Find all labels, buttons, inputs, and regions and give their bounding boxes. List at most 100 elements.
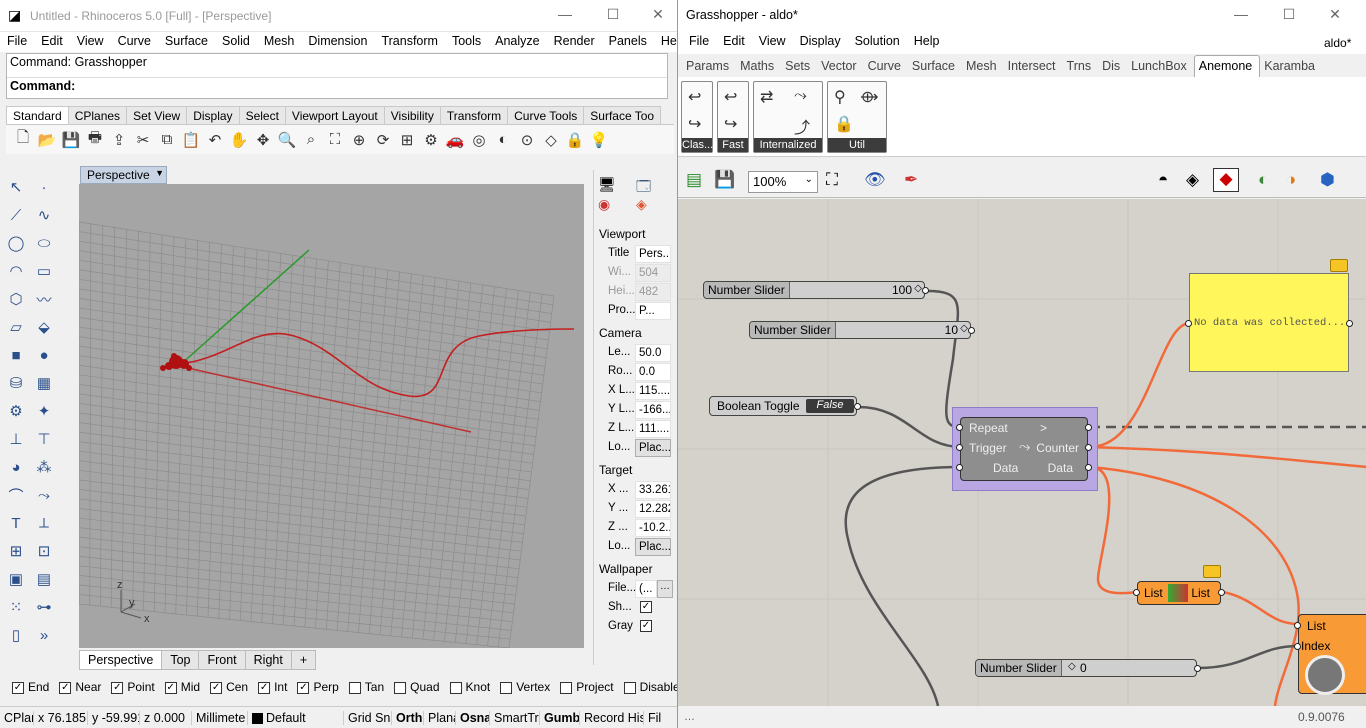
viewport-tab-front[interactable]: Front xyxy=(198,650,246,670)
grid-array-icon[interactable]: ⁙ xyxy=(5,596,27,618)
gh-tab-anemone[interactable]: Anemone xyxy=(1193,55,1261,77)
switch-icon[interactable]: ⟴ xyxy=(860,87,879,107)
gh-tab-karamba[interactable]: Karamba xyxy=(1260,55,1322,77)
gh-tab-mesh[interactable]: Mesh xyxy=(962,55,1004,77)
toggle-output-port[interactable] xyxy=(854,403,861,410)
prop-lens-field[interactable]: 50.0 xyxy=(635,344,671,362)
loop-trigger-port[interactable] xyxy=(956,444,963,451)
osnap-mid-checkbox[interactable]: ✓ xyxy=(164,681,177,694)
offset-icon[interactable]: ⤳ xyxy=(33,484,55,506)
osnap-vertex-checkbox[interactable] xyxy=(500,681,513,694)
hatch-icon[interactable]: ▤ xyxy=(33,568,55,590)
osnap-quad[interactable]: Quad xyxy=(394,680,440,694)
prop-ty-field[interactable]: 12.282 xyxy=(635,500,671,518)
boolean-toggle[interactable]: Boolean Toggle False xyxy=(709,396,861,416)
select-icon[interactable]: ⊙ xyxy=(516,129,538,151)
rotate-view-icon[interactable]: ✥ xyxy=(252,129,274,151)
text-icon[interactable]: T xyxy=(5,512,27,534)
osnap-cen[interactable]: ✓ Cen xyxy=(210,680,248,694)
osnap-int-checkbox[interactable]: ✓ xyxy=(258,681,271,694)
lock-data-icon[interactable]: 🔒 xyxy=(834,114,854,134)
select-arrow-icon[interactable]: ↖ xyxy=(5,176,27,198)
rhino-menu-analyze[interactable]: Analyze xyxy=(488,32,546,52)
number-slider-1[interactable]: Number Slider 100 ◇ xyxy=(703,281,929,299)
loop-repeat-port[interactable] xyxy=(956,424,963,431)
fillet-icon[interactable]: ⌒ xyxy=(5,484,27,506)
osnap-near-checkbox[interactable]: ✓ xyxy=(59,681,72,694)
gh-tab-curve[interactable]: Curve xyxy=(864,55,908,77)
gh-tab-lunchbox[interactable]: LunchBox xyxy=(1127,55,1194,77)
slider3-output-port[interactable] xyxy=(1194,665,1201,672)
osnap-mid[interactable]: ✓ Mid xyxy=(164,680,200,694)
gh-minimize-icon[interactable]: — xyxy=(1226,6,1256,22)
fast-loop-start-icon[interactable]: ↩ xyxy=(724,87,737,107)
number-slider-3[interactable]: Number Slider ◇ 0 xyxy=(975,659,1201,677)
copy-icon[interactable]: ⧉ xyxy=(156,129,178,151)
analyze-icon[interactable]: ⊶ xyxy=(33,596,55,618)
curve-cv-icon[interactable]: ∿ xyxy=(33,204,55,226)
tab-surface-tools[interactable]: Surface Too xyxy=(583,106,662,125)
prop-title-field[interactable]: Pers... xyxy=(635,245,671,263)
status-record-history[interactable]: Record His xyxy=(580,710,644,725)
extrude-icon[interactable]: ⬙ xyxy=(33,316,55,338)
shaded-icon[interactable]: ◎ xyxy=(468,129,490,151)
osnap-point-checkbox[interactable]: ✓ xyxy=(111,681,124,694)
place-target-button[interactable]: Plac... xyxy=(635,538,671,556)
box-icon[interactable]: ■ xyxy=(5,344,27,366)
box-edit-icon[interactable]: ▣ xyxy=(5,568,27,590)
viewport-tab-perspective[interactable]: Perspective xyxy=(79,650,163,670)
zoom-extents-icon[interactable]: ⛶ xyxy=(324,129,346,151)
explode-icon[interactable]: ✦ xyxy=(33,400,55,422)
tab-standard[interactable]: Standard xyxy=(6,106,69,125)
list-item-component[interactable]: List Index xyxy=(1294,614,1366,695)
zoom-selected-icon[interactable]: ⊕ xyxy=(348,129,370,151)
point-cluster[interactable] xyxy=(160,353,192,371)
cplane-icon[interactable]: ◐ xyxy=(492,129,514,151)
tab-display[interactable]: Display xyxy=(186,106,240,125)
prop-projection-select[interactable]: P... xyxy=(635,302,671,320)
zoom-combobox[interactable]: 100% ⌄ xyxy=(748,171,818,193)
freeform-curve-icon[interactable]: 〰 xyxy=(33,288,55,310)
loop-data-out-port[interactable] xyxy=(1085,464,1092,471)
gh-tab-trns[interactable]: Trns xyxy=(1063,55,1099,77)
prop-xloc-field[interactable]: 115.... xyxy=(635,382,671,400)
mesh-icon[interactable]: ▦ xyxy=(33,372,55,394)
viewport-title[interactable]: Perspective ▼ xyxy=(80,166,167,184)
loop-start-icon[interactable]: ↩ xyxy=(688,87,701,107)
open-folder-icon[interactable]: 📂 xyxy=(36,129,58,151)
status-osnap[interactable]: Osna xyxy=(456,710,490,725)
rhino-menu-mesh[interactable]: Mesh xyxy=(257,32,302,52)
tab-select[interactable]: Select xyxy=(238,106,286,125)
color-wheel-icon[interactable]: ◉ xyxy=(598,196,610,213)
maximize-icon[interactable]: ☐ xyxy=(598,6,628,23)
slider1-handle-icon[interactable]: ◇ xyxy=(914,283,922,294)
render-car-icon[interactable]: 🚗 xyxy=(444,129,466,151)
prop-file-field[interactable]: (... xyxy=(635,580,657,598)
document-preview-icon[interactable]: ◐ xyxy=(1258,170,1268,190)
osnap-end-checkbox[interactable]: ✓ xyxy=(12,681,24,694)
gh-tab-maths[interactable]: Maths xyxy=(736,55,781,77)
osnap-near[interactable]: ✓ Near xyxy=(59,680,101,694)
status-ortho[interactable]: Orth xyxy=(392,710,424,725)
panel-output-port[interactable] xyxy=(1346,320,1353,327)
status-smarttrack[interactable]: SmartTr xyxy=(490,710,540,725)
gh-menu-file[interactable]: File xyxy=(682,32,716,54)
paste-icon[interactable]: 📋 xyxy=(180,129,202,151)
boolean-icon[interactable]: ◕ xyxy=(5,456,27,478)
material-icon[interactable]: ◈ xyxy=(636,196,647,213)
loop-start-component[interactable]: Repeat Trigger Data ⤳ > Counter Data xyxy=(952,407,1098,491)
polyline-icon[interactable]: ⟋ xyxy=(5,204,27,226)
loop-counter-out-port[interactable] xyxy=(1085,444,1092,451)
prop-yloc-field[interactable]: -166.... xyxy=(635,401,671,419)
osnap-tan[interactable]: Tan xyxy=(348,680,384,694)
ellipse-icon[interactable]: ⬭ xyxy=(33,232,55,254)
gh-menu-help[interactable]: Help xyxy=(907,32,947,54)
preview-eye-icon[interactable]: 👁 xyxy=(864,170,886,190)
prop-tz-field[interactable]: -10.2... xyxy=(635,519,671,537)
gh-tab-params[interactable]: Params xyxy=(682,55,736,77)
gh-document-name[interactable]: aldo* xyxy=(1324,36,1351,50)
red-curve[interactable] xyxy=(178,328,575,398)
close-icon[interactable]: ✕ xyxy=(643,6,673,23)
cut-icon[interactable]: ✂ xyxy=(132,129,154,151)
osnap-project-checkbox[interactable] xyxy=(560,681,573,694)
